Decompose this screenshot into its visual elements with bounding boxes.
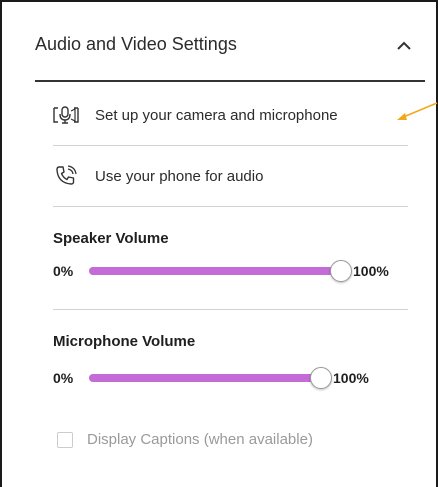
captions-checkbox[interactable] bbox=[57, 431, 73, 448]
microphone-volume-control: 0% 100% bbox=[53, 366, 369, 390]
window-frame-left bbox=[0, 0, 2, 487]
camera-microphone-label: Set up your camera and microphone bbox=[95, 106, 338, 124]
collapse-button[interactable] bbox=[390, 32, 418, 60]
speaker-min-label: 0% bbox=[53, 263, 74, 279]
window-frame-top bbox=[0, 0, 438, 2]
speaker-volume-slider[interactable] bbox=[89, 259, 352, 283]
row-divider bbox=[53, 206, 408, 207]
annotation-arrow-icon bbox=[397, 102, 438, 120]
slider-thumb[interactable] bbox=[330, 260, 352, 282]
camera-microphone-setup-item[interactable]: Set up your camera and microphone bbox=[53, 85, 408, 145]
slider-fill bbox=[89, 374, 321, 382]
slider-fill bbox=[89, 267, 341, 275]
slider-thumb[interactable] bbox=[310, 367, 332, 389]
panel-header: Audio and Video Settings bbox=[35, 22, 425, 80]
camera-microphone-icon bbox=[53, 103, 79, 127]
speaker-max-label: 100% bbox=[353, 263, 389, 279]
display-captions-option[interactable]: Display Captions (when available) bbox=[57, 431, 313, 448]
microphone-volume-heading: Microphone Volume bbox=[53, 333, 196, 350]
microphone-volume-slider[interactable] bbox=[89, 366, 332, 390]
speaker-volume-heading: Speaker Volume bbox=[53, 230, 169, 247]
phone-audio-label: Use your phone for audio bbox=[95, 167, 264, 185]
phone-call-icon bbox=[53, 164, 79, 188]
panel-title: Audio and Video Settings bbox=[35, 34, 237, 54]
microphone-min-label: 0% bbox=[53, 370, 74, 386]
phone-audio-item[interactable]: Use your phone for audio bbox=[53, 146, 408, 206]
section-divider bbox=[53, 309, 408, 310]
microphone-max-label: 100% bbox=[333, 370, 369, 386]
speaker-volume-control: 0% 100% bbox=[53, 259, 389, 283]
captions-label: Display Captions (when available) bbox=[87, 431, 313, 448]
chevron-up-icon bbox=[397, 41, 411, 50]
header-divider bbox=[35, 80, 425, 82]
